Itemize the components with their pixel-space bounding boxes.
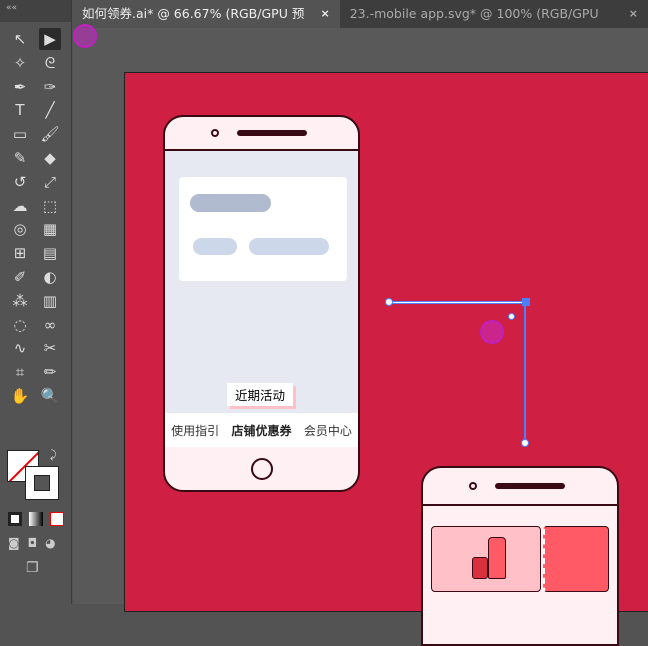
nav-member-center[interactable]: 会员中心 [304,422,352,439]
bottom-nav: 使用指引 店铺优惠券 会员中心 [165,413,358,447]
path-segment-horizontal[interactable] [389,301,527,304]
curvature-tool-icon[interactable]: ✑ [39,76,61,98]
eyedropper-icon[interactable]: ✐ [9,266,31,288]
placeholder-bar [193,238,237,255]
path-segment-vertical[interactable] [524,302,526,444]
tab-document-2[interactable]: 23.-mobile app.svg* @ 100% (RGB/GPU 预览) × [340,0,648,49]
paintbrush-icon[interactable]: 🖌 [39,123,61,145]
click-indicator [73,24,97,48]
blend-tool-icon[interactable]: ◐ [39,266,61,288]
swap-icon[interactable]: ⤸ [50,448,57,462]
pencil-icon[interactable]: ✏ [39,361,61,383]
pen-tool-icon[interactable]: ✒ [9,76,31,98]
crop-tool-icon[interactable]: ⌗ [9,361,31,383]
screen: 近期活动 使用指引 店铺优惠券 会员中心 [165,149,358,447]
placeholder-bar [190,194,271,212]
eraser-icon[interactable]: ◆ [39,147,61,169]
draw-mode-icons[interactable]: ◙◘◕ [8,536,64,550]
tab-label: 23.-mobile app.svg* @ 100% (RGB/GPU 预览) [349,6,599,49]
canvas[interactable]: 近期活动 使用指引 店铺优惠券 会员中心 [73,28,648,646]
recent-activity-button[interactable]: 近期活动 [227,383,294,406]
line-tool-icon[interactable]: ╱ [39,99,61,121]
column-graph-icon[interactable]: ▥ [39,290,61,312]
rectangle-tool-icon[interactable]: ▭ [9,123,31,145]
placeholder-bar [249,238,329,255]
speaker [211,129,219,137]
direct-selection-tool-icon[interactable]: ▶ [39,28,61,50]
anchor-point-selected[interactable] [522,298,530,306]
coupon-right [543,526,609,592]
home-button[interactable] [251,458,273,480]
phone-mockup-1[interactable]: 近期活动 使用指引 店铺优惠券 会员中心 [163,115,360,492]
document-tabs: 如何领券.ai* @ 66.67% (RGB/GPU 预览) × 23.-mobi… [72,0,648,49]
stroke-swatch[interactable] [25,466,59,500]
close-icon[interactable]: × [320,0,329,28]
perspective-grid-icon[interactable]: ▦ [39,218,61,240]
magic-wand-icon[interactable]: ✧ [9,52,31,74]
speaker-slot [237,130,307,136]
panel-collapse[interactable]: «« [0,0,71,22]
gradient-mode-icon[interactable] [29,512,43,526]
card [179,177,347,281]
shape-builder-icon[interactable]: ◎ [9,218,31,240]
mesh-tool-icon[interactable]: ⊞ [9,242,31,264]
screen-mode-icon[interactable]: ❐ [26,560,39,576]
cursor-indicator [480,320,504,344]
close-icon[interactable]: × [629,0,638,28]
eraser-tool-icon[interactable]: ✂ [39,337,61,359]
anchor-point[interactable] [521,439,529,447]
free-transform-icon[interactable]: ⬚ [39,195,61,217]
shaper-tool-icon[interactable]: ✎ [9,147,31,169]
screen [423,504,617,644]
phone-mockup-2[interactable] [421,466,619,646]
slice-tool-icon[interactable]: ∞ [39,314,61,336]
tab-document-1[interactable]: 如何领券.ai* @ 66.67% (RGB/GPU 预览) × [72,0,340,49]
none-mode-icon[interactable] [50,512,64,526]
speaker-slot [495,483,565,489]
artboard-tool-icon[interactable]: ◌ [9,314,31,336]
nav-shop-coupons[interactable]: 店铺优惠券 [231,422,291,439]
symbol-sprayer-icon[interactable]: ⁂ [9,290,31,312]
hand-tool-icon[interactable]: ✋ [9,385,31,407]
artboard[interactable]: 近期活动 使用指引 店铺优惠券 会员中心 [124,72,648,646]
scale-tool-icon[interactable]: ⤢ [39,171,61,193]
nav-guide[interactable]: 使用指引 [171,422,219,439]
tab-label: 如何领券.ai* @ 66.67% (RGB/GPU 预览) [82,6,305,49]
anchor-point[interactable] [385,298,393,306]
selection-tool-icon[interactable]: ↖ [9,28,31,50]
lasso-icon[interactable]: ᘓ [39,52,61,74]
corner-widget[interactable] [508,313,515,320]
width-tool-icon[interactable]: ∿ [9,337,31,359]
zoom-tool-icon[interactable]: 🔍 [39,385,61,407]
gradient-tool-icon[interactable]: ▤ [39,242,61,264]
type-tool-icon[interactable]: T [9,99,31,121]
coupon-left [431,526,541,592]
rotate-tool-icon[interactable]: ↺ [9,171,31,193]
cosmetics-bottle-icon [488,537,506,579]
color-mode-icon[interactable] [8,512,22,526]
tools-panel: «« ↖ ▶ ✧ ᘓ ✒ ✑ T ╱ ▭ 🖌 ✎ ◆ ↺ ⤢ ☁ ⬚ ◎ ▦ ⊞ ▤ ✐ ◐ ⁂ ▥ ◌ ∞ ∿ ✂ ⌗ ✏ ✋ 🔍 ⤸ ◙◘… [0,0,72,604]
cosmetics-jar-icon [472,557,488,579]
speaker [469,482,477,490]
warp-tool-icon[interactable]: ☁ [9,195,31,217]
